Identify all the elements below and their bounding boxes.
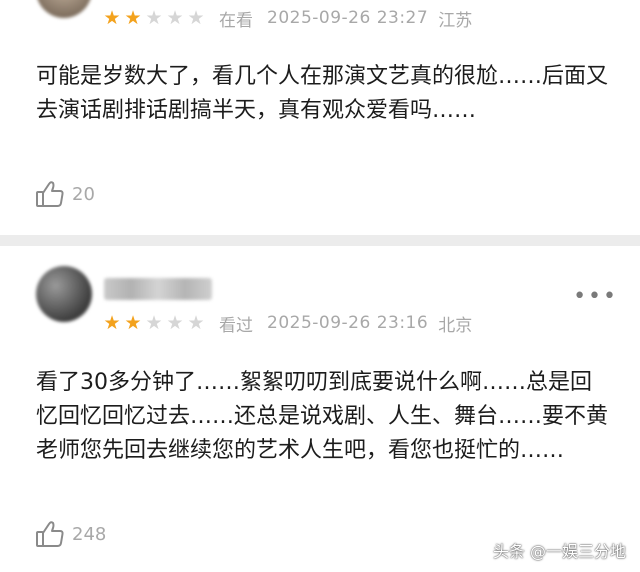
thumbs-up-icon xyxy=(36,521,64,547)
review-meta: ★ ★ ★ ★ ★ 在看 2025-09-26 23:27 江苏 xyxy=(102,5,472,31)
star-icon: ★ xyxy=(187,312,205,334)
watch-status: 在看 xyxy=(219,10,253,31)
review-card: ★ ★ ★ ★ ★ 在看 2025-09-26 23:27 江苏 可能是岁数大了… xyxy=(0,0,640,235)
star-icon: ★ xyxy=(145,7,163,29)
star-icon: ★ xyxy=(103,312,121,334)
like-count: 248 xyxy=(72,523,107,545)
username-blurred[interactable] xyxy=(104,278,212,300)
review-text: 看了30多分钟了……絮絮叨叨到底要说什么啊……总是回忆回忆回忆过去……还总是说戏… xyxy=(36,370,609,463)
avatar[interactable] xyxy=(36,0,92,18)
ip-region: 江苏 xyxy=(438,10,473,31)
star-icon: ★ xyxy=(166,7,184,29)
review-text: 可能是岁数大了，看几个人在那演文艺真的很尬……后面又去演话剧排话剧搞半天，真有观… xyxy=(36,64,609,123)
star-icon: ★ xyxy=(166,312,184,334)
star-rating: ★ ★ ★ ★ ★ xyxy=(102,8,207,28)
divider xyxy=(0,235,640,246)
like-count: 20 xyxy=(72,183,95,205)
watermark: 头条 @一娱三分地 xyxy=(492,542,626,561)
more-icon[interactable]: ••• xyxy=(573,286,618,308)
review-card: ••• ★ ★ ★ ★ ★ 看过 2025-09-26 23:16 北京 看了3… xyxy=(0,246,640,572)
thumbs-up-icon xyxy=(36,181,64,207)
review-meta: ★ ★ ★ ★ ★ 看过 2025-09-26 23:16 北京 xyxy=(102,310,472,336)
watch-status: 看过 xyxy=(219,315,253,336)
star-icon: ★ xyxy=(124,312,142,334)
avatar[interactable] xyxy=(36,266,92,322)
ip-region: 北京 xyxy=(438,315,473,336)
star-icon: ★ xyxy=(187,7,205,29)
star-rating: ★ ★ ★ ★ ★ xyxy=(102,313,207,333)
like-button[interactable]: 248 xyxy=(34,518,106,550)
like-button[interactable]: 20 xyxy=(34,178,95,210)
star-icon: ★ xyxy=(145,312,163,334)
star-icon: ★ xyxy=(124,7,142,29)
timestamp: 2025-09-26 23:16 xyxy=(267,313,429,333)
star-icon: ★ xyxy=(103,7,121,29)
timestamp: 2025-09-26 23:27 xyxy=(267,8,429,28)
